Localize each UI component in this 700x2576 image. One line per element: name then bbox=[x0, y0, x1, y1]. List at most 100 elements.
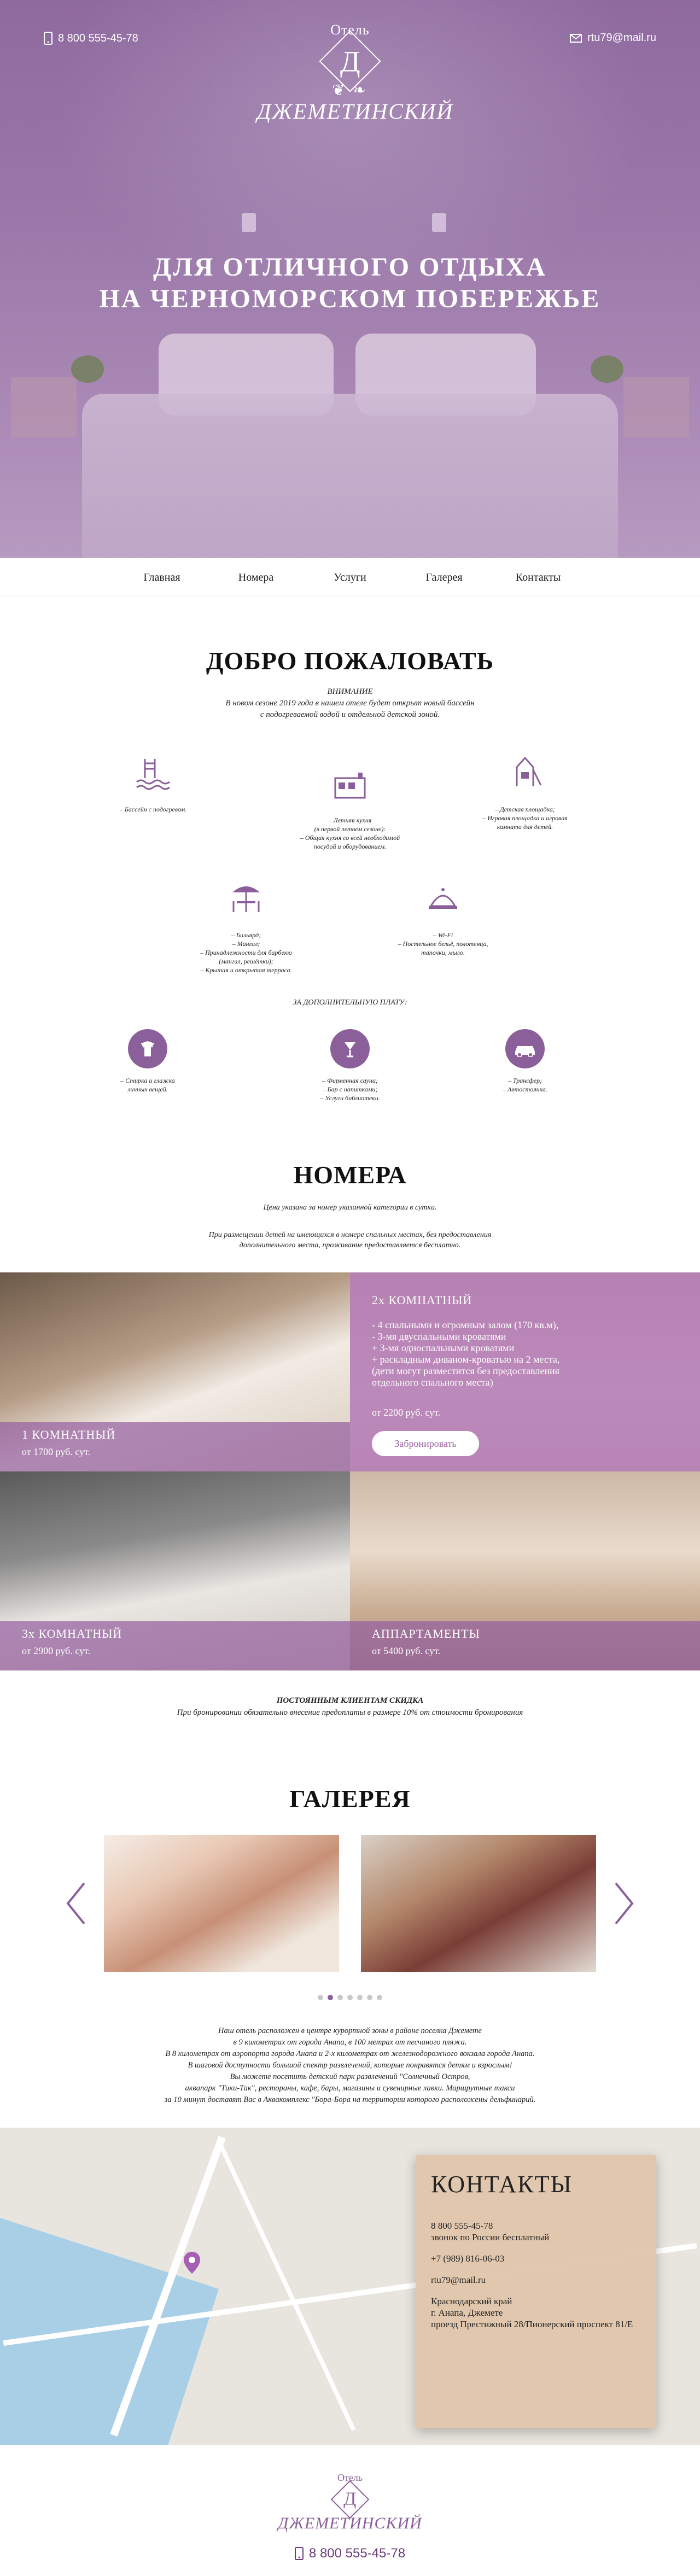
chevron-right-icon[interactable] bbox=[607, 1879, 640, 1928]
gallery-image[interactable] bbox=[104, 1835, 339, 1972]
room-desc-line: - 4 спальными и огромным залом (170 кв.м… bbox=[372, 1319, 559, 1330]
feature-text: тапочки, мыло. bbox=[421, 949, 465, 956]
room-card-4[interactable]: АППАРТАМЕНТЫ от 5400 руб. сут. bbox=[350, 1471, 700, 1670]
feature-text: – Постельное бельё, полотенца, bbox=[398, 940, 488, 948]
contact-phone[interactable]: 8 800 555-45-78 bbox=[431, 2220, 641, 2232]
feature-text: – Крытая и открытая терраса. bbox=[200, 966, 292, 974]
footer-phone[interactable]: 8 800 555-45-78 bbox=[0, 2546, 700, 2561]
pagination-dot[interactable] bbox=[357, 1995, 363, 2000]
rooms-section: НОМЕРА Цена указана за номер указанной к… bbox=[0, 1117, 700, 1251]
room-title: 3х КОМНАТНЫЙ bbox=[22, 1627, 122, 1640]
pagination-dot[interactable] bbox=[318, 1995, 323, 2000]
nav-services[interactable]: Услуги bbox=[303, 558, 397, 597]
feature-text: – Летняя кухня bbox=[328, 816, 372, 824]
logo-name: ДЖЕМЕТИНСКИЙ bbox=[257, 99, 454, 124]
contact-phone-note: звонок по России бесплатный bbox=[431, 2232, 550, 2242]
about-line: за 10 минут доставят Вас в Аквакомплекс … bbox=[164, 2095, 536, 2104]
map-pin-icon[interactable] bbox=[183, 2251, 201, 2275]
rooms-grid: 1 КОМНАТНЫЙ от 1700 руб. сут. 2х КОМНАТН… bbox=[0, 1272, 700, 1670]
nav-home[interactable]: Главная bbox=[115, 558, 209, 597]
nav-rooms[interactable]: Номера bbox=[209, 558, 303, 597]
discount-title: ПОСТОЯННЫМ КЛИЕНТАМ СКИДКА bbox=[276, 1696, 424, 1705]
contacts-card: КОНТАКТЫ 8 800 555-45-78 звонок по Росси… bbox=[416, 2155, 656, 2428]
about-line: аквапарк "Тики-Так", рестораны, кафе, ба… bbox=[185, 2084, 515, 2093]
welcome-section: ДОБРО ПОЖАЛОВАТЬ ВНИМАНИЕ В новом сезоне… bbox=[0, 597, 700, 1117]
playground-icon bbox=[500, 748, 550, 797]
bed bbox=[82, 394, 618, 558]
children-note-line: При размещении детей на имеющихся в номе… bbox=[208, 1231, 492, 1239]
extra-text: – Услуги библиотеки. bbox=[320, 1094, 380, 1102]
hero-title-line1: ДЛЯ ОТЛИЧНОГО ОТДЫХА bbox=[153, 253, 547, 282]
footer-logo-monogram: Д bbox=[330, 2480, 370, 2519]
hero-title: ДЛЯ ОТЛИЧНОГО ОТДЫХА НА ЧЕРНОМОРСКОМ ПОБ… bbox=[0, 252, 700, 315]
extras-title: ЗА ДОПОЛНИТЕЛЬНУЮ ПЛАТУ: bbox=[293, 998, 407, 1007]
contact-address: Краснодарский край bbox=[431, 2296, 512, 2306]
room-title: 1 КОМНАТНЫЙ bbox=[22, 1428, 116, 1441]
pagination-dot[interactable] bbox=[367, 1995, 372, 2000]
nav-contacts[interactable]: Контакты bbox=[491, 558, 585, 597]
feature-text: посудой и оборудованием. bbox=[313, 843, 387, 850]
feature-text: – Мангал; bbox=[232, 940, 260, 948]
room-card-3[interactable]: 3х КОМНАТНЫЙ от 2900 руб. сут. bbox=[0, 1471, 350, 1670]
nav-gallery[interactable]: Галерея bbox=[397, 558, 491, 597]
pagination-dot[interactable] bbox=[377, 1995, 382, 2000]
pagination-dot[interactable] bbox=[347, 1995, 353, 2000]
gallery-image[interactable] bbox=[361, 1835, 596, 1972]
phone-icon bbox=[294, 2547, 304, 2560]
footer-phone-text: 8 800 555-45-78 bbox=[308, 2546, 406, 2561]
header-email[interactable]: rtu79@mail.ru bbox=[570, 32, 656, 44]
room-desc-line: - 3-мя двуспальными кроватями bbox=[372, 1331, 506, 1342]
room-title: АППАРТАМЕНТЫ bbox=[372, 1627, 480, 1640]
hotel-logo[interactable]: Отель Д ❦ ❧ ДЖЕМЕТИНСКИЙ bbox=[257, 22, 454, 124]
wall-lamp bbox=[242, 213, 256, 232]
room-card-2[interactable]: 2х КОМНАТНЫЙ - 4 спальными и огромным за… bbox=[350, 1272, 700, 1471]
feature-text: (в первой летнем сезоне): bbox=[314, 825, 386, 833]
footer-logo[interactable]: Отель Д ДЖЕМЕТИНСКИЙ bbox=[0, 2472, 700, 2533]
footer-logo-letter: Д bbox=[343, 2489, 357, 2509]
room-desc-line: + раскладным диваном-кроватью на 2 места… bbox=[372, 1354, 560, 1365]
room-card-1[interactable]: 1 КОМНАТНЫЙ от 1700 руб. сут. bbox=[0, 1272, 350, 1471]
pagination-dot[interactable] bbox=[337, 1995, 343, 2000]
extra-text: личных вещей. bbox=[127, 1085, 168, 1093]
about-line: Вы можете посетить детский парк развлече… bbox=[230, 2072, 470, 2081]
about-line: в 9 километрах от города Анапа, в 100 ме… bbox=[233, 2038, 467, 2047]
gallery-pagination bbox=[0, 1995, 700, 2000]
room-desc-line: + 3-мя односпальными кроватями bbox=[372, 1342, 515, 1353]
pagination-dot[interactable] bbox=[328, 1995, 333, 2000]
hero-title-line2: НА ЧЕРНОМОРСКОМ ПОБЕРЕЖЬЕ bbox=[99, 284, 601, 313]
contact-mobile[interactable]: +7 (989) 816-06-03 bbox=[431, 2253, 641, 2264]
car-icon bbox=[505, 1029, 545, 1068]
contacts-title: КОНТАКТЫ bbox=[431, 2171, 573, 2198]
extras-grid: – Стирка и глажка личных вещей. – Фирмен… bbox=[0, 1029, 700, 1117]
contact-email[interactable]: rtu79@mail.ru bbox=[431, 2274, 641, 2286]
extra-text: – Автостоянка. bbox=[503, 1085, 547, 1093]
room-price: от 2200 руб. сут. bbox=[372, 1407, 441, 1418]
map-section[interactable]: КОНТАКТЫ 8 800 555-45-78 звонок по Росси… bbox=[0, 2128, 700, 2445]
drinks-icon bbox=[330, 1029, 370, 1068]
main-nav: Главная Номера Услуги Галерея Контакты bbox=[0, 558, 700, 597]
footer: Отель Д ДЖЕМЕТИНСКИЙ 8 800 555-45-78 bbox=[0, 2445, 700, 2576]
nightstand bbox=[11, 377, 77, 437]
feature-item: – Бассейн с подогревом. bbox=[88, 748, 219, 814]
header-phone-text: 8 800 555-45-78 bbox=[58, 32, 138, 44]
extra-item: – Трансфер; – Автостоянка. bbox=[470, 1029, 580, 1094]
room-price: от 5400 руб. сут. bbox=[372, 1645, 441, 1656]
feature-text: – Детская площадка; bbox=[495, 805, 555, 813]
room-price: от 1700 руб. сут. bbox=[22, 1446, 91, 1457]
feature-text: – Игровая площадка и игровая bbox=[482, 814, 568, 822]
book-button[interactable]: Забронировать bbox=[372, 1431, 479, 1456]
room-title: 2х КОМНАТНЫЙ bbox=[372, 1293, 472, 1307]
children-note-line: дополнительного места, проживание предос… bbox=[239, 1241, 461, 1249]
feature-item: – Летняя кухня (в первой летнем сезоне):… bbox=[284, 759, 416, 851]
feature-text: – Wi-Fi bbox=[433, 931, 453, 939]
notice-line: с подогреваемой водой и отдельной детско… bbox=[260, 710, 440, 719]
extra-text: – Бар с напитками; bbox=[322, 1085, 378, 1093]
hero: 8 800 555-45-78 Отель Д ❦ ❧ ДЖЕМЕТИНСКИЙ… bbox=[0, 0, 700, 558]
room-price: от 2900 руб. сут. bbox=[22, 1645, 91, 1656]
header-phone[interactable]: 8 800 555-45-78 bbox=[44, 32, 138, 45]
contact-address: г. Анапа, Джемете bbox=[431, 2308, 503, 2318]
plant bbox=[71, 355, 104, 383]
extra-text: – Трансфер; bbox=[508, 1077, 542, 1084]
laundry-icon bbox=[128, 1029, 167, 1068]
chevron-left-icon[interactable] bbox=[60, 1879, 93, 1928]
